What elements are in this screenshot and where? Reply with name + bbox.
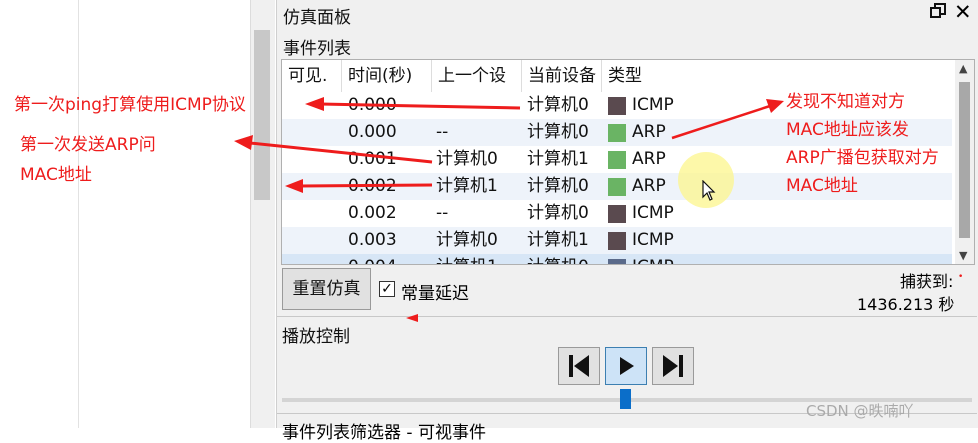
annotation-icmp: 第一次ping打算使用ICMP协议 (14, 95, 246, 115)
annotation-broadcast-line2: MAC地址应该发 (786, 120, 909, 140)
annotation-arp-line2: MAC地址 (20, 165, 92, 185)
annotation-broadcast-line4: MAC地址 (786, 176, 858, 196)
annotation-arrows (234, 97, 784, 322)
annotation-broadcast-line3: ARP广播包获取对方 (786, 148, 939, 168)
annotation-arp-line1: 第一次发送ARP问 (20, 135, 156, 155)
annotation-broadcast-line1: 发现不知道对方 (786, 92, 905, 112)
watermark: CSDN @昳喃吖 (806, 402, 914, 420)
